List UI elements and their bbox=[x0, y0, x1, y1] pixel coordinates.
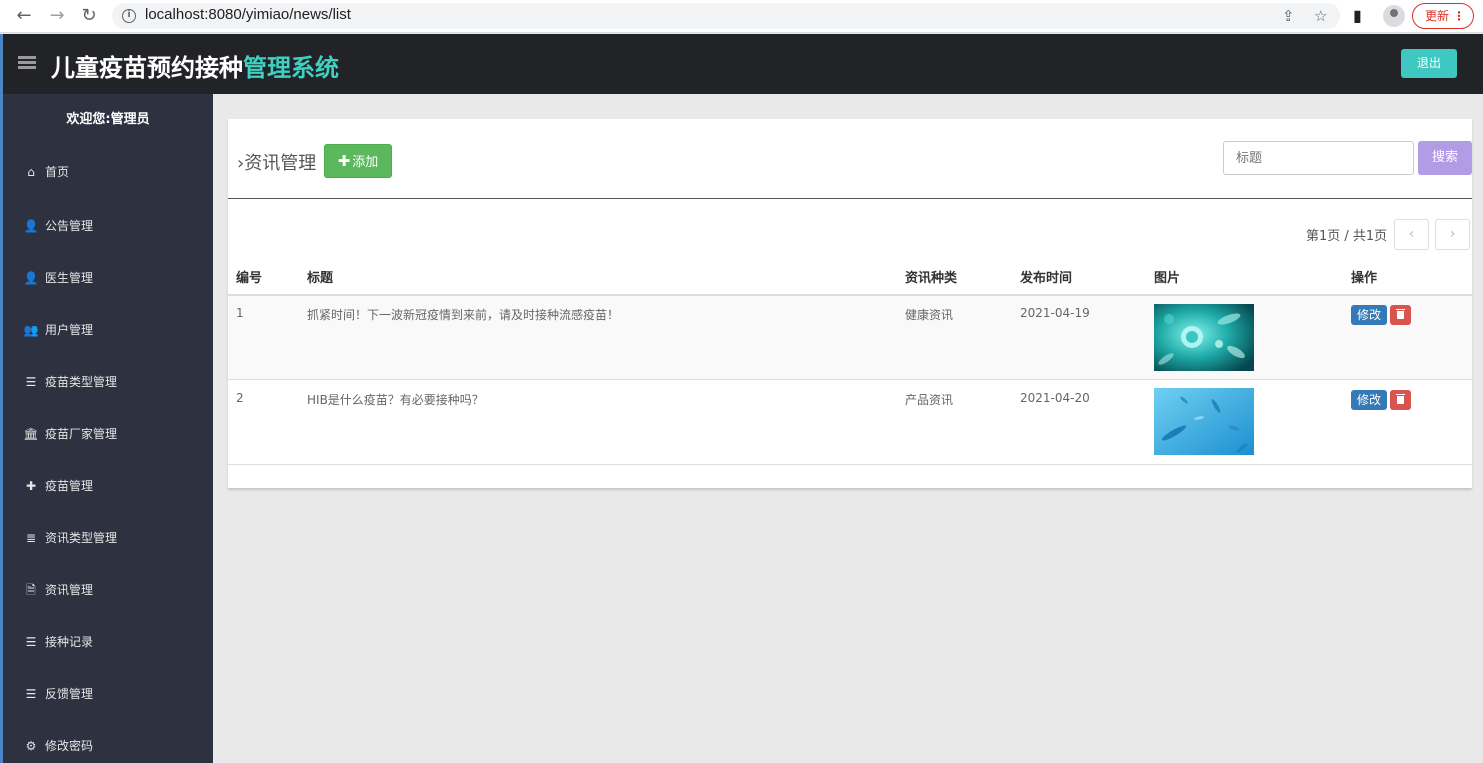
address-bar[interactable]: i localhost:8080/yimiao/news/list ⇪ ☆ bbox=[112, 3, 1340, 29]
column-header-title: 标题 bbox=[307, 271, 334, 286]
cell-category: 产品资讯 bbox=[905, 393, 954, 407]
search-input[interactable] bbox=[1223, 141, 1414, 175]
table-row: 2 HIB是什么疫苗？有必要接种吗？ 产品资讯 2021-04-20 修改 bbox=[228, 381, 1472, 465]
page-title-text: 资讯管理 bbox=[244, 153, 317, 174]
sidebar-item-change-password[interactable]: ⚙ 修改密码 bbox=[23, 736, 93, 756]
news-thumbnail-bacteria bbox=[1154, 388, 1254, 455]
cell-date: 2021-04-20 bbox=[1020, 391, 1090, 405]
medkit-icon: ✚ bbox=[25, 479, 37, 493]
next-page-button[interactable]: › bbox=[1435, 219, 1470, 250]
sidebar-item-label: 公告管理 bbox=[45, 219, 94, 233]
sidebar-item-label: 资讯类型管理 bbox=[45, 531, 118, 545]
sidebar-item-announcements[interactable]: 👤 公告管理 bbox=[23, 216, 94, 236]
sidebar-item-vaccines[interactable]: ✚ 疫苗管理 bbox=[23, 476, 93, 496]
list-icon: ☰ bbox=[25, 635, 37, 649]
logout-button[interactable]: 退出 bbox=[1401, 49, 1457, 78]
delete-button[interactable] bbox=[1390, 305, 1411, 325]
list-icon: ☰ bbox=[25, 375, 37, 389]
app-title-main: 儿童疫苗预约接种 bbox=[51, 54, 243, 82]
sidebar-item-label: 修改密码 bbox=[45, 739, 94, 753]
sidebar-item-manufacturers[interactable]: 🏛 疫苗厂家管理 bbox=[23, 424, 117, 444]
pagination-info: 第1页 / 共1页 bbox=[1306, 229, 1388, 244]
column-header-actions: 操作 bbox=[1351, 271, 1378, 286]
column-header-date: 发布时间 bbox=[1020, 271, 1073, 286]
sidebar-item-label: 医生管理 bbox=[45, 271, 94, 285]
share-icon[interactable]: ⇪ bbox=[1282, 7, 1295, 25]
user-icon: 👤 bbox=[23, 271, 39, 285]
list-icon: ☰ bbox=[25, 687, 37, 701]
app-title: 儿童疫苗预约接种管理系统 bbox=[51, 48, 339, 83]
trash-icon bbox=[1396, 309, 1405, 319]
sidebar-item-label: 资讯管理 bbox=[45, 583, 94, 597]
app-header: 儿童疫苗预约接种管理系统 退出 bbox=[3, 34, 1483, 94]
cell-title: HIB是什么疫苗？有必要接种吗？ bbox=[307, 393, 484, 407]
cell-category: 健康资讯 bbox=[905, 308, 954, 322]
site-info-icon[interactable]: i bbox=[122, 9, 136, 23]
news-panel: ›资讯管理 ✚添加 搜索 第1页 / 共1页 ‹ › 编号 标题 资讯种类 发布… bbox=[228, 119, 1472, 488]
trash-icon bbox=[1396, 394, 1405, 404]
bookmark-star-icon[interactable]: ☆ bbox=[1314, 7, 1327, 25]
edit-button[interactable]: 修改 bbox=[1351, 305, 1387, 325]
forward-icon[interactable]: → bbox=[45, 5, 69, 27]
sidebar-item-vaccination-records[interactable]: ☰ 接种记录 bbox=[23, 632, 93, 652]
sidebar-item-doctors[interactable]: 👤 医生管理 bbox=[23, 268, 94, 288]
reload-icon[interactable]: ↻ bbox=[77, 5, 101, 27]
url-text[interactable]: localhost:8080/yimiao/news/list bbox=[145, 6, 351, 23]
add-label: 添加 bbox=[352, 155, 379, 170]
back-icon[interactable]: ← bbox=[12, 5, 36, 27]
update-button[interactable]: 更新 ⋮ bbox=[1412, 3, 1474, 29]
search-button[interactable]: 搜索 bbox=[1418, 141, 1472, 175]
sidebar-item-news[interactable]: 🗎 资讯管理 bbox=[23, 580, 93, 600]
side-panel-icon[interactable]: ▮ bbox=[1353, 6, 1362, 25]
prev-page-button[interactable]: ‹ bbox=[1394, 219, 1429, 250]
home-icon: ⌂ bbox=[27, 165, 35, 179]
user-icon: 👤 bbox=[23, 219, 39, 233]
column-header-image: 图片 bbox=[1154, 271, 1181, 286]
sidebar-item-label: 疫苗类型管理 bbox=[45, 375, 118, 389]
sidebar-item-vaccine-types[interactable]: ☰ 疫苗类型管理 bbox=[23, 372, 117, 392]
cell-date: 2021-04-19 bbox=[1020, 306, 1090, 320]
sidebar-item-label: 接种记录 bbox=[45, 635, 94, 649]
update-label: 更新 bbox=[1425, 9, 1450, 23]
sidebar: 欢迎您:管理员 ⌂ 首页 👤 公告管理 👤 医生管理 👥 用户管理 ☰ 疫苗类型管理 🏛 疫… bbox=[3, 94, 213, 763]
add-button[interactable]: ✚ 添加 bbox=[324, 144, 392, 178]
file-icon: 🗎 bbox=[26, 583, 36, 597]
delete-button[interactable] bbox=[1390, 390, 1411, 410]
app-title-accent: 管理系统 bbox=[243, 54, 339, 82]
browser-toolbar: ← → ↻ i localhost:8080/yimiao/news/list … bbox=[0, 0, 1483, 33]
cell-id: 1 bbox=[236, 306, 244, 320]
page-title: ›资讯管理 bbox=[237, 149, 316, 175]
column-header-category: 资讯种类 bbox=[905, 271, 958, 286]
sidebar-item-label: 反馈管理 bbox=[45, 687, 94, 701]
menu-dots-icon: ⋮ bbox=[1453, 9, 1465, 23]
users-icon: 👥 bbox=[23, 323, 39, 337]
edit-button[interactable]: 修改 bbox=[1351, 390, 1387, 410]
sidebar-item-users[interactable]: 👥 用户管理 bbox=[23, 320, 94, 340]
profile-avatar-icon[interactable] bbox=[1383, 5, 1405, 27]
plus-icon: ✚ bbox=[337, 152, 351, 170]
cell-id: 2 bbox=[236, 391, 244, 405]
bank-icon: 🏛 bbox=[23, 427, 39, 441]
sidebar-item-label: 疫苗厂家管理 bbox=[45, 427, 118, 441]
sidebar-item-home[interactable]: ⌂ 首页 bbox=[23, 162, 69, 182]
sidebar-item-feedback[interactable]: ☰ 反馈管理 bbox=[23, 684, 93, 704]
gears-icon: ⚙ bbox=[25, 739, 37, 753]
sidebar-item-label: 用户管理 bbox=[45, 323, 94, 337]
sidebar-item-news-types[interactable]: ≣ 资讯类型管理 bbox=[23, 528, 117, 548]
sidebar-item-label: 疫苗管理 bbox=[45, 479, 94, 493]
list-icon: ≣ bbox=[25, 531, 37, 545]
sidebar-item-label: 首页 bbox=[45, 165, 70, 179]
divider bbox=[228, 198, 1472, 199]
table-row: 1 抓紧时间！下一波新冠疫情到来前，请及时接种流感疫苗！ 健康资讯 2021-0… bbox=[228, 296, 1472, 380]
cell-title: 抓紧时间！下一波新冠疫情到来前，请及时接种流感疫苗！ bbox=[307, 308, 620, 322]
news-thumbnail-virus bbox=[1154, 304, 1254, 371]
hamburger-menu-icon[interactable] bbox=[18, 56, 36, 70]
column-header-id: 编号 bbox=[236, 271, 263, 286]
welcome-text: 欢迎您:管理员 bbox=[66, 112, 150, 127]
